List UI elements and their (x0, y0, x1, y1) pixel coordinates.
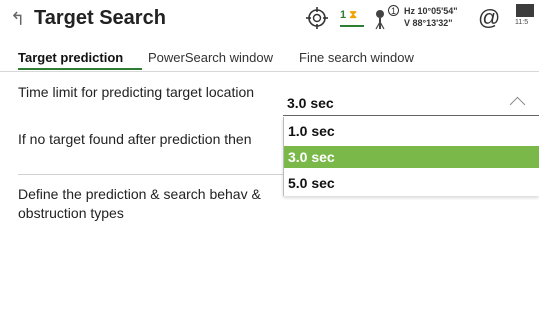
time-limit-label: Time limit for predicting target locatio… (18, 84, 255, 100)
v-value: 88°13'32" (412, 18, 453, 28)
define-behaviour-text[interactable]: Define the prediction & search behav & o… (18, 185, 283, 225)
time-limit-dropdown: 1.0 sec 3.0 sec 5.0 sec (283, 117, 539, 196)
v-label: V (404, 18, 411, 28)
hz-value: 10°05'54" (417, 6, 458, 16)
hourglass-icon: ⧗ (349, 9, 357, 21)
at-icon[interactable]: @ (478, 5, 500, 31)
tab-bar-divider (0, 71, 539, 72)
counter-value: 1 (340, 9, 347, 21)
angle-readout: Hz 10°05'54" V 88°13'32" (404, 5, 458, 29)
prism-number: 1 (388, 5, 399, 16)
prism-status[interactable]: 1 (374, 5, 399, 30)
time-limit-select[interactable]: 3.0 sec (283, 92, 539, 116)
battery-icon (516, 4, 534, 17)
clock-time: 11:5 (515, 19, 529, 26)
search-counter[interactable]: 1 ⧗ (340, 9, 364, 27)
tab-bar: Target prediction PowerSearch window Fin… (0, 45, 539, 71)
option-3-0-sec[interactable]: 3.0 sec (284, 146, 539, 168)
battery-status[interactable]: 11:5 (514, 4, 539, 30)
option-1-0-sec[interactable]: 1.0 sec (284, 120, 539, 142)
title-bar: ↰ Target Search 1 ⧗ 1 Hz 10°05'54" V 88°… (0, 0, 539, 40)
tab-target-prediction[interactable]: Target prediction (18, 50, 123, 65)
tab-powersearch-window[interactable]: PowerSearch window (148, 50, 273, 65)
time-limit-value: 3.0 sec (287, 95, 334, 111)
select-underline (283, 115, 539, 116)
tab-fine-search-window[interactable]: Fine search window (299, 50, 414, 65)
active-tab-indicator (18, 68, 142, 70)
no-target-label: If no target found after prediction then (18, 131, 252, 147)
back-arrow-icon[interactable]: ↰ (10, 9, 25, 30)
counter-underline (340, 25, 364, 27)
target-crosshair-icon[interactable] (305, 6, 329, 30)
chevron-up-icon[interactable] (509, 96, 526, 113)
hz-label: Hz (404, 6, 415, 16)
option-5-0-sec[interactable]: 5.0 sec (284, 172, 539, 194)
page-title: Target Search (34, 7, 166, 29)
